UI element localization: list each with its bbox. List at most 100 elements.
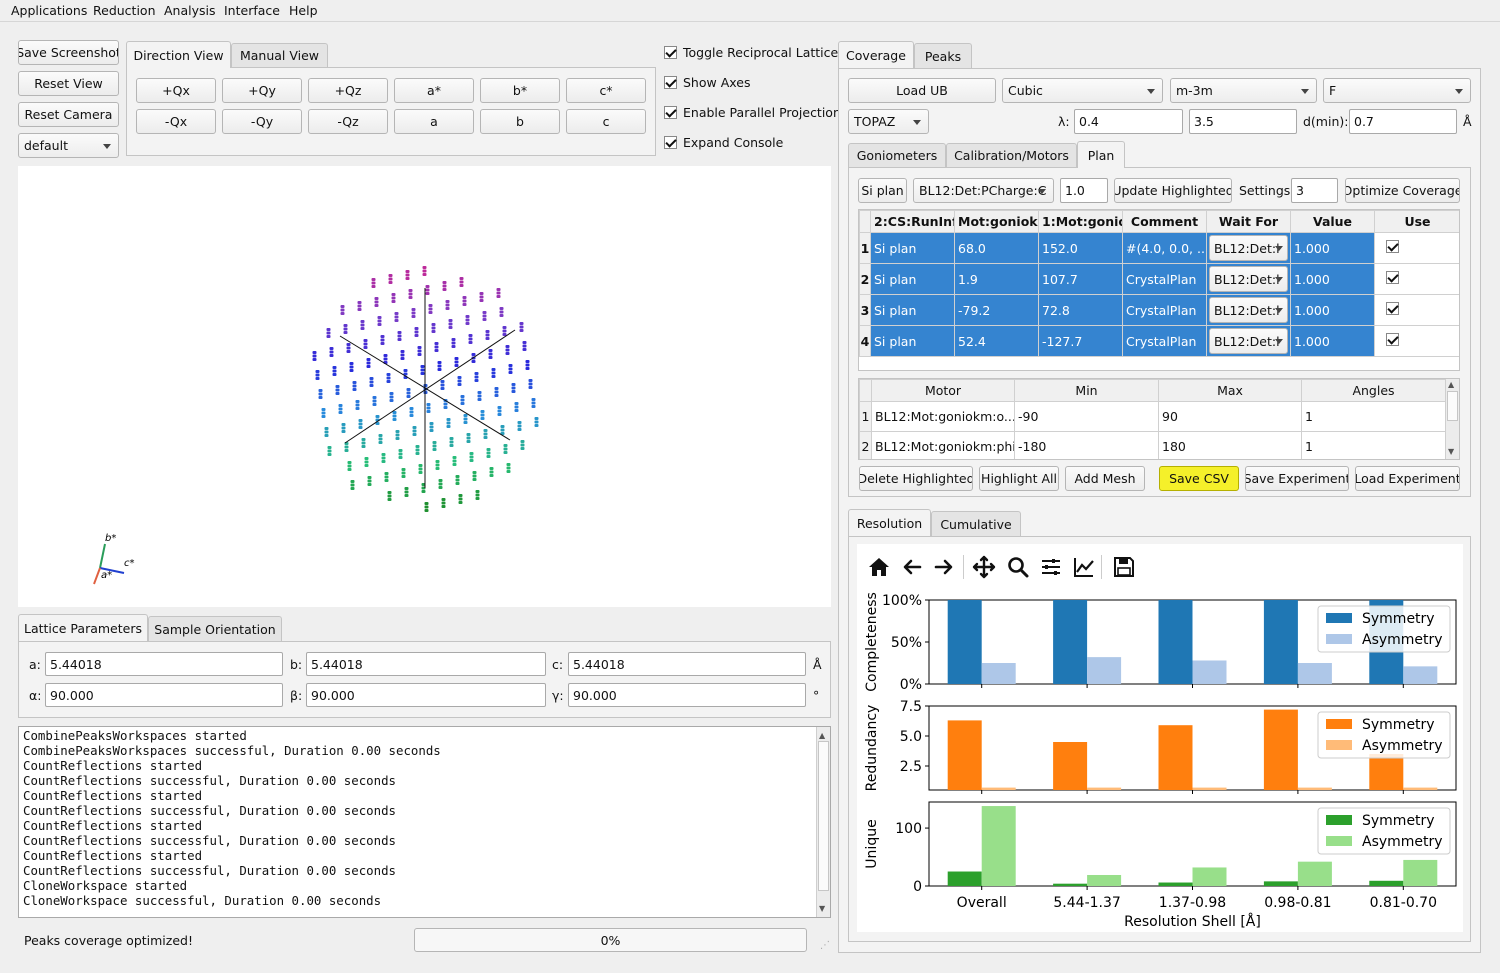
save-icon[interactable]: [1112, 555, 1136, 579]
tab-cumulative[interactable]: Cumulative: [931, 511, 1021, 536]
save-csv-button[interactable]: Save CSV: [1159, 466, 1239, 491]
delete-highlighted-button[interactable]: Delete Highlighted: [859, 466, 973, 491]
plan-table-row[interactable]: 3 Si plan -79.2 72.8 CrystalPlan BL12:Det:l 1.…: [859, 294, 1459, 326]
parallel-projection-checkbox[interactable]: Enable Parallel Projection: [664, 105, 841, 120]
console-output[interactable]: CombinePeaksWorkspaces started CombinePea…: [18, 726, 831, 918]
home-icon[interactable]: [867, 555, 891, 579]
save-screenshot-button[interactable]: Save Screenshot: [18, 40, 119, 65]
header-cell[interactable]: 2:CS:RunInfo:1: [870, 210, 955, 233]
direction-button-b-star[interactable]: b*: [480, 78, 560, 103]
menu-reduction[interactable]: Reduction: [93, 3, 156, 18]
lattice-b-input[interactable]: 5.44018: [306, 652, 546, 676]
plan-table[interactable]: 2:CS:RunInfo:1 Mot:goniokm:o 1:Mot:gonio…: [858, 209, 1460, 371]
direction-button-c[interactable]: c: [566, 109, 646, 134]
tab-resolution[interactable]: Resolution: [848, 509, 931, 536]
add-mesh-button[interactable]: Add Mesh: [1065, 466, 1145, 491]
row-number[interactable]: 1: [859, 232, 871, 264]
value-cell[interactable]: 1.000: [1290, 325, 1375, 357]
dmin-input[interactable]: 0.7: [1349, 109, 1457, 134]
back-arrow-icon[interactable]: [900, 555, 924, 579]
wait-for-select[interactable]: BL12:Det:l: [1209, 297, 1288, 323]
header-cell[interactable]: Mot:goniokm:o: [954, 210, 1039, 233]
motor-table[interactable]: Motor Min Max Angles 1 BL12:Mot:goniokm:o…: [858, 378, 1460, 460]
row-number[interactable]: 3: [859, 294, 871, 326]
lambda-min-input[interactable]: 0.4: [1074, 109, 1183, 134]
direction-button-b[interactable]: b: [480, 109, 560, 134]
wait-for-cell[interactable]: BL12:Det:l: [1206, 325, 1291, 357]
motor-cell[interactable]: BL12:Mot:goniokm:o...: [871, 401, 1015, 432]
use-cell[interactable]: [1374, 325, 1459, 357]
wait-for-select[interactable]: BL12:Det:l: [1209, 266, 1288, 292]
motor1-cell[interactable]: 52.4: [954, 325, 1039, 357]
plan-table-row[interactable]: 1 Si plan 68.0 152.0 #(4.0, 0.0, ... BL12:Det…: [859, 232, 1459, 264]
title-cell[interactable]: Si plan: [870, 294, 955, 326]
motor2-cell[interactable]: 107.7: [1038, 263, 1123, 295]
edit-axes-icon[interactable]: [1072, 555, 1096, 579]
use-checkbox[interactable]: [1386, 240, 1399, 253]
console-scrollbar[interactable]: ▲ ▼: [816, 727, 830, 917]
row-number[interactable]: 4: [859, 325, 871, 357]
use-checkbox[interactable]: [1386, 302, 1399, 315]
angles-cell[interactable]: 1: [1301, 431, 1446, 459]
row-number[interactable]: 1: [859, 401, 872, 432]
motor1-cell[interactable]: 1.9: [954, 263, 1039, 295]
comment-cell[interactable]: #(4.0, 0.0, ...: [1122, 232, 1207, 264]
header-cell[interactable]: Motor: [871, 379, 1015, 402]
title-cell[interactable]: Si plan: [870, 232, 955, 264]
plan-table-row[interactable]: 2 Si plan 1.9 107.7 CrystalPlan BL12:Det:l 1.0…: [859, 263, 1459, 295]
wait-for-select[interactable]: BL12:Det:l: [1209, 328, 1288, 354]
lattice-c-input[interactable]: 5.44018: [568, 652, 806, 676]
scrollbar-thumb[interactable]: [1447, 391, 1458, 421]
tab-direction-view[interactable]: Direction View: [126, 41, 231, 68]
crystal-system-select[interactable]: Cubic: [1002, 78, 1163, 103]
tab-sample-orientation[interactable]: Sample Orientation: [148, 616, 282, 641]
value-cell[interactable]: 1.000: [1290, 232, 1375, 264]
scroll-up-icon[interactable]: ▲: [819, 731, 825, 740]
row-number[interactable]: 2: [859, 263, 871, 295]
pv-value-input[interactable]: 1.0: [1060, 178, 1108, 203]
save-experiment-button[interactable]: Save Experiment: [1245, 466, 1349, 491]
forward-arrow-icon[interactable]: [932, 555, 956, 579]
plan-name-button[interactable]: Si plan: [858, 178, 907, 203]
direction-button-qy-plus[interactable]: +Qy: [222, 78, 302, 103]
header-cell[interactable]: Use: [1374, 210, 1459, 233]
plan-table-row[interactable]: 4 Si plan 52.4 -127.7 CrystalPlan BL12:Det:l 1…: [859, 325, 1459, 357]
header-cell[interactable]: Value: [1290, 210, 1375, 233]
reciprocal-lattice-plot[interactable]: b* c* a*: [18, 166, 831, 607]
centering-select[interactable]: F: [1323, 78, 1471, 103]
load-experiment-button[interactable]: Load Experiment: [1355, 466, 1460, 491]
motor2-cell[interactable]: 152.0: [1038, 232, 1123, 264]
lattice-gamma-input[interactable]: 90.000: [568, 683, 806, 707]
scroll-down-icon[interactable]: ▼: [1448, 447, 1454, 456]
use-cell[interactable]: [1374, 232, 1459, 264]
header-cell[interactable]: Comment: [1122, 210, 1207, 233]
3d-viewport[interactable]: b* c* a*: [18, 166, 831, 607]
menu-interface[interactable]: Interface: [224, 3, 280, 18]
reset-view-button[interactable]: Reset View: [18, 71, 119, 96]
lambda-max-input[interactable]: 3.5: [1189, 109, 1297, 134]
tab-manual-view[interactable]: Manual View: [231, 43, 328, 67]
reset-camera-button[interactable]: Reset Camera: [18, 102, 119, 127]
direction-button-c-star[interactable]: c*: [566, 78, 646, 103]
pan-icon[interactable]: [972, 555, 996, 579]
wait-for-cell[interactable]: BL12:Det:l: [1206, 263, 1291, 295]
max-cell[interactable]: 180: [1158, 431, 1302, 459]
tab-plan[interactable]: Plan: [1077, 141, 1125, 168]
use-checkbox[interactable]: [1386, 333, 1399, 346]
header-cell[interactable]: Angles: [1301, 379, 1446, 402]
direction-button-qy-minus[interactable]: -Qy: [222, 109, 302, 134]
use-cell[interactable]: [1374, 294, 1459, 326]
lattice-beta-input[interactable]: 90.000: [306, 683, 546, 707]
header-cell[interactable]: Min: [1014, 379, 1159, 402]
size-grip-icon[interactable]: ⋰: [820, 940, 830, 951]
update-highlighted-button[interactable]: Update Highlighted: [1114, 178, 1232, 203]
optimize-coverage-button[interactable]: Optimize Coverage: [1345, 178, 1460, 203]
direction-button-qz-plus[interactable]: +Qz: [308, 78, 388, 103]
configure-subplots-icon[interactable]: [1039, 555, 1063, 579]
header-cell[interactable]: Wait For: [1206, 210, 1291, 233]
value-cell[interactable]: 1.000: [1290, 294, 1375, 326]
wait-for-cell[interactable]: BL12:Det:l: [1206, 232, 1291, 264]
show-axes-checkbox[interactable]: Show Axes: [664, 75, 750, 90]
comment-cell[interactable]: CrystalPlan: [1122, 263, 1207, 295]
title-cell[interactable]: Si plan: [870, 325, 955, 357]
